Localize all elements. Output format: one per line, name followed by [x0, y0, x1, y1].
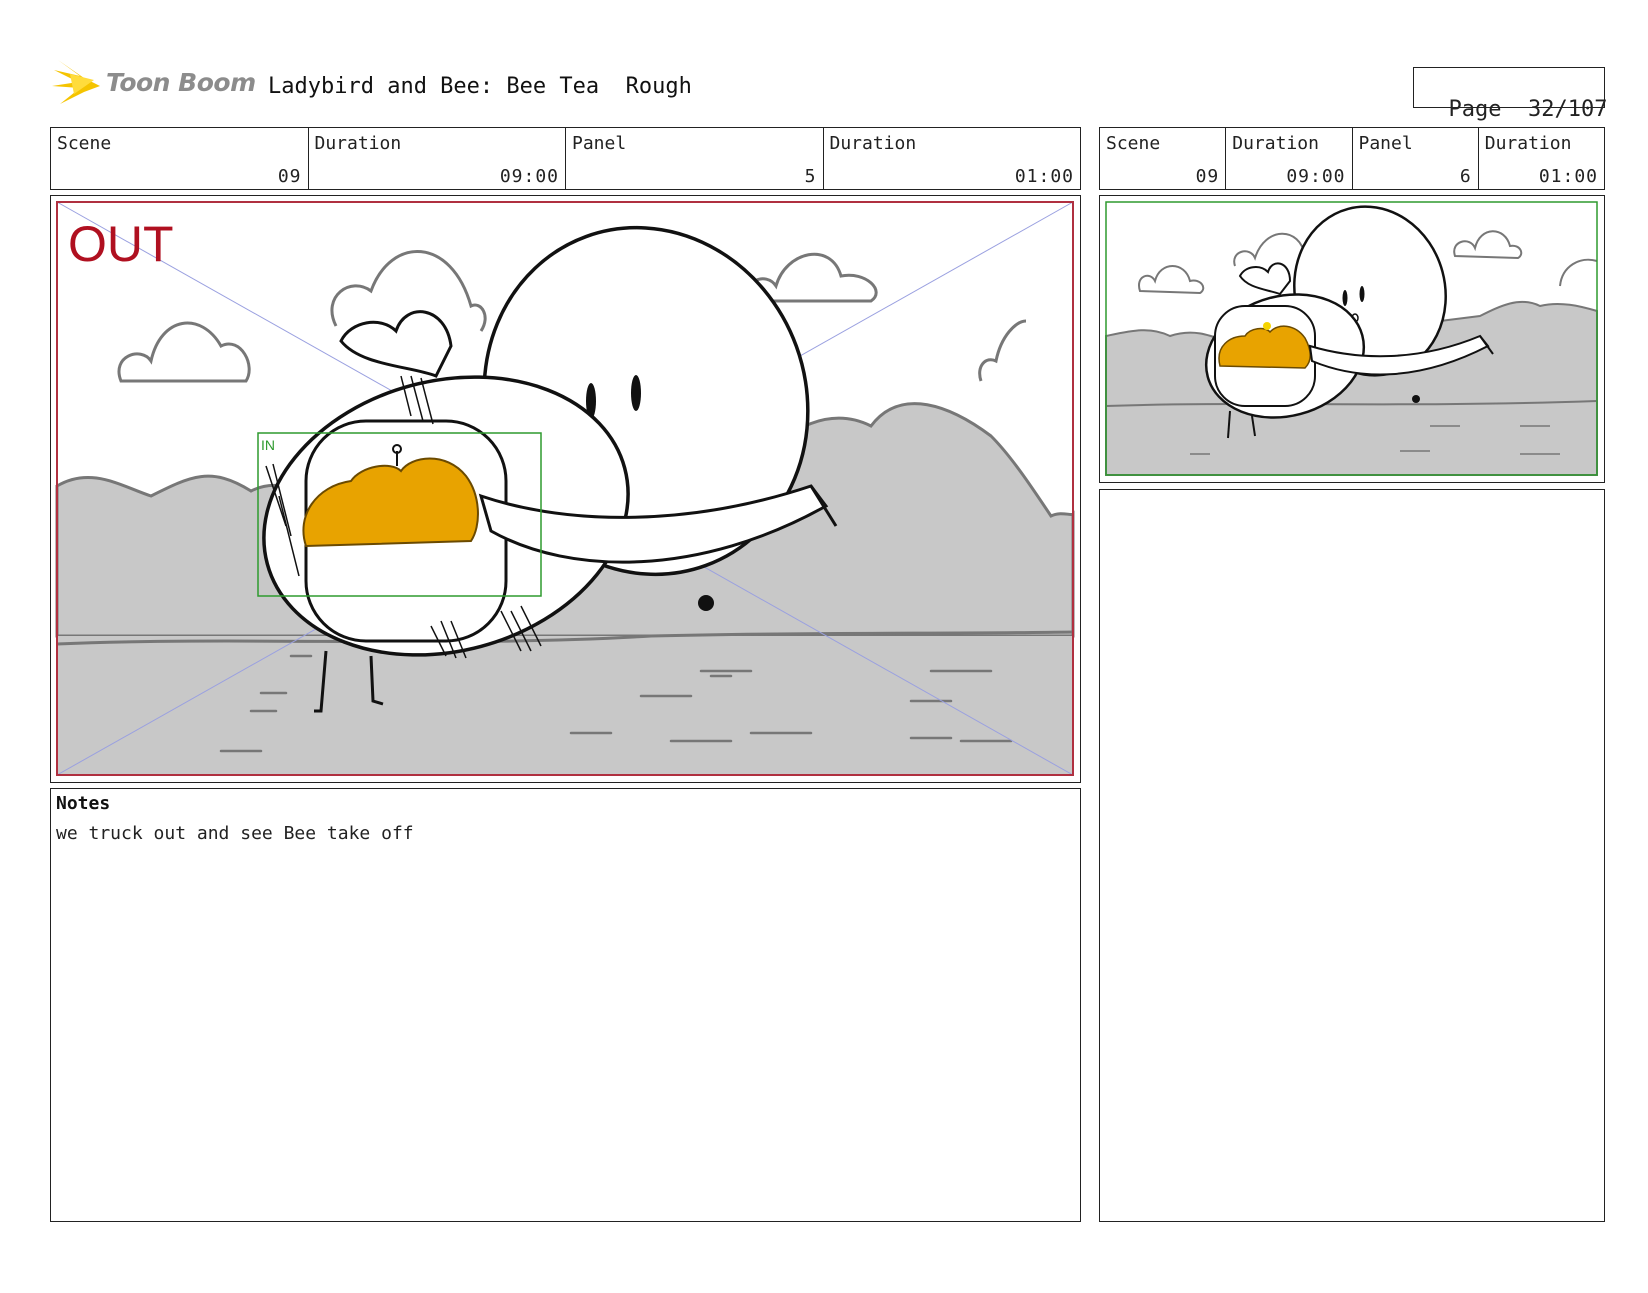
notes-box: Notes we truck out and see Bee take off	[50, 788, 1081, 1222]
scene-duration-value: 09:00	[499, 166, 559, 187]
in-label: IN	[261, 437, 275, 453]
panel-duration-label: Duration	[829, 133, 917, 154]
next-scene-cell: Scene 09	[1100, 128, 1227, 189]
notes-title: Notes	[56, 793, 111, 814]
next-panel-label: Panel	[1358, 133, 1413, 154]
scene-cell: Scene 09	[51, 128, 309, 189]
panel-value: 5	[804, 166, 817, 187]
next-panel-duration-value: 01:00	[1538, 166, 1598, 187]
next-scene-label: Scene	[1106, 133, 1161, 154]
panel-cell: Panel 5	[566, 128, 824, 189]
next-scene-duration-label: Duration	[1232, 133, 1319, 154]
starburst-logo-icon	[52, 60, 100, 104]
next-panel-drawing	[1105, 201, 1598, 476]
scene-duration-cell: Duration 09:00	[309, 128, 566, 189]
next-panel-duration-label: Duration	[1484, 133, 1572, 154]
next-scene-duration-value: 09:00	[1286, 166, 1346, 187]
logo-text: Toon Boom	[106, 68, 256, 97]
panel-duration-value: 01:00	[1014, 166, 1074, 187]
scene-duration-label: Duration	[314, 133, 402, 154]
toon-boom-logo: Toon Boom	[50, 56, 256, 110]
next-panel-cell: Panel 6	[1353, 128, 1479, 189]
next-panel-info-bar: Scene 09 Duration 09:00 Panel 6 Duration…	[1099, 127, 1605, 190]
scene-label: Scene	[57, 133, 112, 154]
next-scene-duration-cell: Duration 09:00	[1226, 128, 1353, 189]
main-panel-drawing: OUT IN	[55, 201, 1075, 776]
page-number: 32/107	[1527, 97, 1608, 122]
out-label: OUT	[68, 216, 174, 272]
next-panel-notes-box	[1099, 489, 1605, 1222]
next-scene-value: 09	[1195, 166, 1220, 187]
main-panel-frame: OUT IN	[50, 195, 1081, 783]
page-label: Page	[1448, 97, 1502, 122]
ground-shape	[57, 636, 1073, 775]
panel-duration-cell: Duration 01:00	[824, 128, 1081, 189]
next-panel-duration-cell: Duration 01:00	[1479, 128, 1604, 189]
page-indicator: Page 32/107	[1413, 67, 1607, 122]
next-panel-value: 6	[1459, 166, 1472, 187]
storyboard-title: Ladybird and Bee: Bee Tea Rough	[268, 74, 692, 99]
main-panel-info-bar: Scene 09 Duration 09:00 Panel 5 Duration…	[50, 127, 1081, 190]
scene-value: 09	[277, 166, 302, 187]
panel-label: Panel	[572, 133, 627, 154]
next-panel-frame	[1099, 195, 1605, 483]
notes-text: we truck out and see Bee take off	[56, 823, 414, 844]
